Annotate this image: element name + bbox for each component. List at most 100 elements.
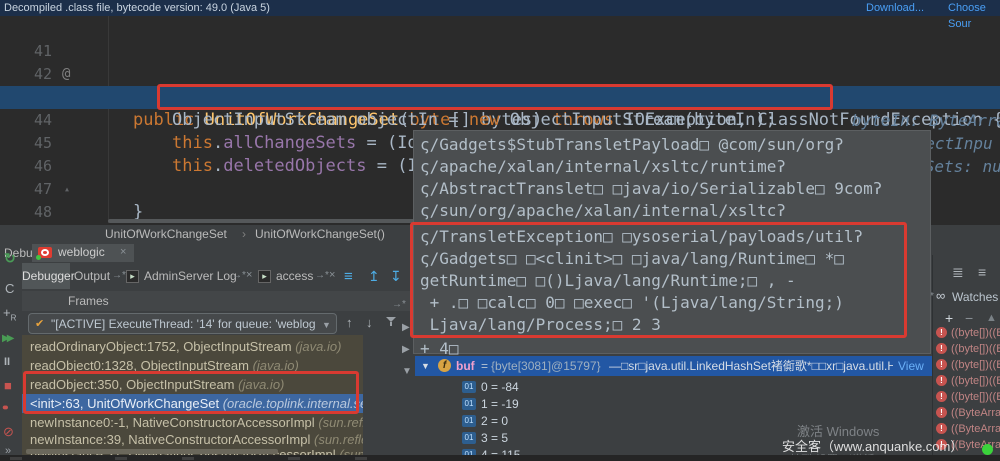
scroll-right-icon[interactable]: ▶ (402, 344, 410, 355)
byte-type-badge: 01 (462, 432, 476, 444)
add-run-config-icon[interactable]: +R (3, 306, 16, 326)
close-icon[interactable]: × (120, 246, 126, 258)
error-icon: ! (936, 407, 947, 418)
editor-horizontal-scrollbar[interactable] (108, 219, 426, 223)
frame-row[interactable]: readOrdinaryObject:1752, ObjectInputStre… (22, 337, 363, 356)
thread-status-check-icon: ✔ (35, 318, 45, 330)
watch-item[interactable]: !((ByteArray (936, 406, 1000, 420)
tab-debugger[interactable]: Debugger (22, 263, 75, 289)
remove-watch-icon[interactable]: − (965, 310, 973, 326)
frames-horizontal-scrollbar[interactable] (26, 449, 278, 454)
filter-icon[interactable] (386, 317, 396, 326)
watch-item[interactable]: !((byte[])((By (936, 342, 1000, 356)
taskbar-glimpse (10, 457, 22, 460)
annotation-box-frames (23, 371, 359, 414)
stop-icon[interactable]: ■ (4, 378, 12, 393)
view-link[interactable]: View (898, 356, 924, 376)
error-icon: ! (936, 327, 947, 338)
popup-line: ς/apache/xalan/internal/xsltc/runtimeʔ (420, 157, 787, 176)
variable-row-buf[interactable]: ▼ f buf = {byte[3081]@15797} —□sr□java.u… (415, 356, 932, 376)
status-green-dot (982, 444, 993, 455)
watch-item[interactable]: !((byte[])((By (936, 358, 1000, 372)
taskbar-glimpse (182, 457, 194, 460)
rerun-icon[interactable]: ↻ (4, 250, 16, 267)
watches-infinity-icon: ∞ (936, 288, 946, 303)
oracle-ring (41, 249, 49, 256)
error-icon: ! (936, 359, 947, 370)
download-link[interactable]: Download... (866, 0, 924, 16)
breadcrumb-class[interactable]: UnitOfWorkChangeSet (105, 225, 227, 244)
add-watch-icon[interactable]: + (945, 310, 953, 326)
watch-item[interactable]: !((byte[])((By (936, 326, 1000, 340)
equals-sign: = (481, 359, 489, 373)
byte-type-badge: 01 (462, 381, 476, 393)
scroll-down-icon[interactable]: ▼ (402, 366, 412, 377)
watch-item[interactable]: !((byte[])((By (936, 390, 1000, 404)
byte-type-badge: 01 (462, 415, 476, 427)
ide-window: Decompiled .class file, bytecode version… (0, 0, 1000, 461)
frames-panel-header: Frames →* (22, 291, 413, 311)
pin-icon[interactable]: →* (112, 270, 126, 281)
show-execution-point-icon[interactable]: ↥ (368, 268, 380, 285)
code-line-41[interactable]: 41 @ ▾ public UnitOfWorkChangeSet(byte[]… (0, 17, 1000, 130)
columns-view-icon[interactable]: ≡ (978, 265, 986, 279)
byte-type-badge: 01 (462, 398, 476, 410)
console-icon: ▸ (126, 270, 139, 283)
tab-output[interactable]: Output (74, 263, 110, 289)
array-element-row[interactable]: 01 0 = -84 (415, 379, 915, 395)
move-up-icon[interactable]: ▲ (986, 312, 997, 324)
taskbar-glimpse (115, 457, 127, 460)
field-icon: f (438, 359, 451, 372)
thread-name: "[ACTIVE] ExecuteThread: '14' for queue:… (51, 317, 316, 331)
array-element-row[interactable]: 01 1 = -19 (415, 396, 915, 412)
error-icon: ! (936, 343, 947, 354)
pin-icon[interactable]: →* (315, 270, 329, 281)
error-icon: ! (936, 423, 947, 434)
decompiler-banner: Decompiled .class file, bytecode version… (0, 0, 1000, 16)
breadcrumb-separator: › (242, 227, 246, 241)
code-line-42[interactable]: 42 ByteArrayInputStream byteIn = new Byt… (0, 40, 1000, 130)
watches-title: Watches (952, 290, 999, 304)
session-tab-weblogic[interactable]: weblogic × (32, 244, 134, 262)
watch-item[interactable]: !((byte[])((By (936, 374, 1000, 388)
error-icon: ! (936, 375, 947, 386)
refresh-icon[interactable]: C (5, 282, 14, 296)
pin-icon[interactable]: →* (232, 270, 246, 281)
thread-selector[interactable]: ✔ "[ACTIVE] ExecuteThread: '14' for queu… (28, 313, 337, 334)
tab-access[interactable]: access (276, 263, 313, 289)
close-icon[interactable]: × (329, 269, 335, 281)
tab-adminserver-log[interactable]: AdminServer Log (144, 263, 237, 289)
frame-up-icon[interactable]: ↑ (346, 316, 353, 330)
expander-icon[interactable]: ▼ (421, 356, 430, 376)
resume-icon[interactable]: ▶▶ (2, 333, 15, 344)
frame-down-icon[interactable]: ↓ (366, 316, 373, 330)
scroll-right-icon[interactable]: ▶ (402, 322, 410, 333)
step-over-icon[interactable]: ↧ (390, 268, 402, 285)
banner-text: Decompiled .class file, bytecode version… (4, 2, 270, 14)
popup-line: + 4□ (420, 339, 459, 358)
error-icon: ! (936, 391, 947, 402)
list-view-icon[interactable]: ≣ (952, 265, 964, 279)
taskbar-glimpse (355, 457, 367, 460)
popup-line: ς/Gadgets$StubTransletPayload□ @com/sun/… (420, 135, 844, 154)
annotation-box-popup (410, 222, 907, 338)
view-breakpoints-icon[interactable]: ●● (2, 402, 9, 412)
code-line-43[interactable]: 43 ObjectInputStream objectIn = new Obje… (0, 63, 1000, 153)
window-bottom-edge (0, 455, 1000, 461)
variable-value: —□sr□java.util.LinkedHashSet褚衠歌*□□xr□jav… (609, 359, 893, 373)
pin-icon[interactable]: →* (392, 295, 406, 315)
layout-menu-icon[interactable]: ≡ (344, 268, 353, 285)
code-line-45[interactable]: 45 this.deletedObjects = (IdentityHashta… (0, 109, 1000, 176)
mute-breakpoints-icon[interactable]: ⊘ (3, 424, 14, 440)
chevron-down-icon: ▼ (322, 320, 331, 330)
watch-item[interactable]: !((ByteArray (936, 422, 1000, 436)
close-icon[interactable]: × (246, 269, 252, 281)
variable-type: {byte[3081]@15797} (491, 359, 601, 373)
running-indicator-dot (36, 255, 41, 260)
pause-icon[interactable]: II (4, 356, 10, 368)
session-tab-label: weblogic (58, 245, 105, 259)
frames-title: Frames (68, 294, 109, 308)
oracle-icon (36, 247, 52, 260)
popup-line: ς/AbstractTranslet□ □java/io/Serializabl… (420, 179, 883, 198)
breadcrumb-method[interactable]: UnitOfWorkChangeSet() (255, 225, 385, 244)
